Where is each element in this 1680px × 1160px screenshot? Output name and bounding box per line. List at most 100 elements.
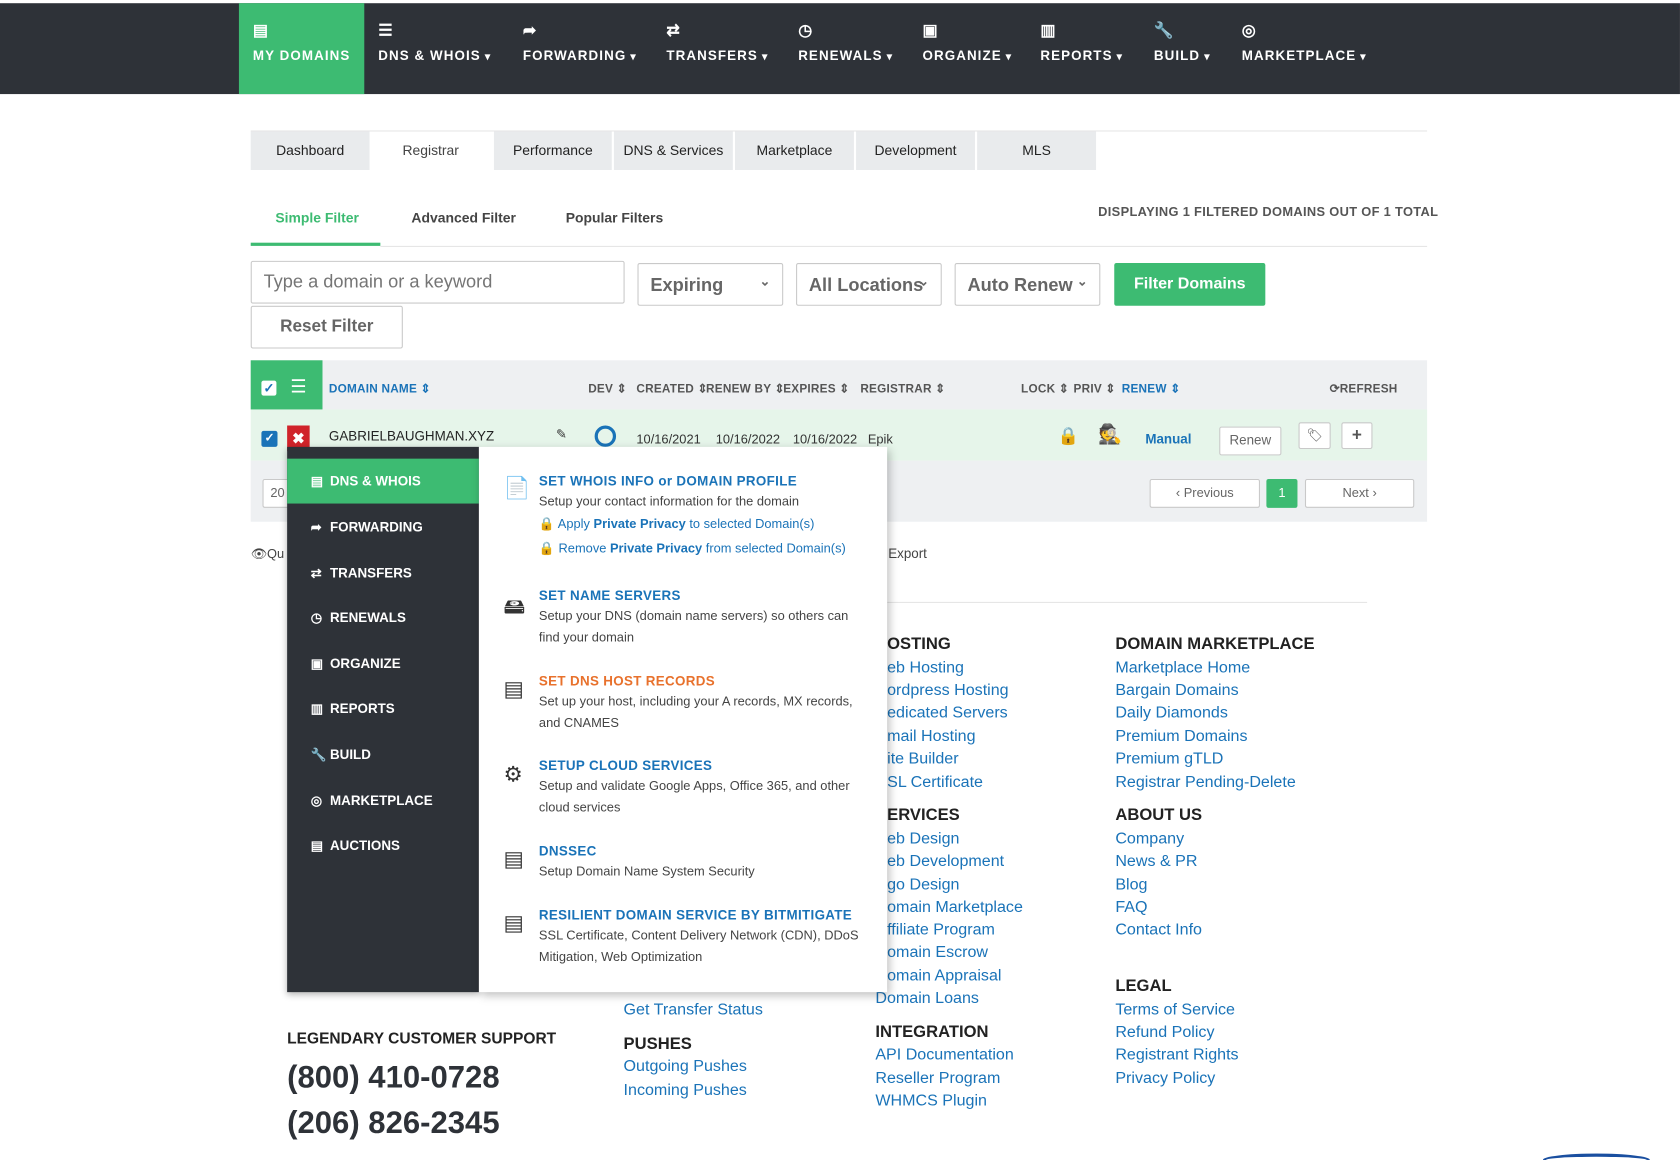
phone-number[interactable]: (800) 410-0728 (287, 1061, 499, 1096)
footer-link[interactable]: Daily Diamonds (1115, 703, 1228, 721)
footer-link[interactable]: eb Development (887, 852, 1004, 870)
quick-view-link[interactable]: 👁Qu (251, 546, 284, 561)
footer-link[interactable]: Refund Policy (1115, 1023, 1214, 1041)
footer-link[interactable]: Registrar Pending-Delete (1115, 773, 1295, 791)
next-button[interactable]: Next › (1304, 478, 1415, 508)
footer-link[interactable]: Premium Domains (1115, 727, 1247, 745)
footer-link[interactable]: Terms of Service (1115, 1001, 1235, 1019)
reset-filter-button[interactable]: Reset Filter (250, 305, 403, 349)
export-link[interactable]: Export (888, 546, 927, 561)
th-priv[interactable]: PRIV ⇕ (1074, 382, 1116, 396)
filter-tab-advanced[interactable]: Advanced Filter (411, 210, 515, 226)
chat-widget[interactable] (1542, 1153, 1650, 1160)
footer-link[interactable]: API Documentation (875, 1046, 1013, 1064)
row-checkbox[interactable]: ✓ (261, 430, 278, 447)
edit-icon[interactable]: ✎ (556, 427, 567, 442)
nav-renewals[interactable]: ◷ RENEWALS (798, 3, 893, 94)
menu-dnssec[interactable]: DNSSEC (539, 844, 597, 859)
tab-dns-services[interactable]: DNS & Services (613, 131, 733, 170)
tab-registrar[interactable]: Registrar (369, 131, 492, 170)
dropdown-item-transfers[interactable]: ⇄ TRANSFERS (287, 551, 479, 596)
th-lock[interactable]: LOCK ⇕ (1021, 382, 1069, 396)
locations-select[interactable]: All Locations ⌄ (796, 262, 942, 306)
tab-performance[interactable]: Performance (493, 131, 612, 170)
search-input[interactable] (250, 260, 625, 304)
dropdown-item-build[interactable]: 🔧 BUILD (287, 732, 479, 777)
renew-mode[interactable]: Manual (1145, 432, 1191, 447)
footer-link[interactable]: Company (1115, 830, 1184, 848)
menu-set-whois[interactable]: SET WHOIS INFO or DOMAIN PROFILE (539, 474, 797, 489)
footer-link[interactable]: FAQ (1115, 898, 1147, 916)
add-button[interactable]: + (1341, 422, 1373, 450)
domain-name[interactable]: GABRIELBAUGHMAN.XYZ (329, 429, 494, 444)
dropdown-item-marketplace[interactable]: ◎ MARKETPLACE (287, 778, 479, 823)
footer-link[interactable]: Incoming Pushes (624, 1081, 747, 1099)
nav-transfers[interactable]: ⇄ TRANSFERS (666, 3, 768, 94)
footer-link[interactable]: Blog (1115, 876, 1147, 894)
footer-link[interactable]: News & PR (1115, 852, 1197, 870)
footer-link[interactable]: edicated Servers (887, 703, 1008, 721)
dropdown-item-dns-whois[interactable]: ▤ DNS & WHOIS (287, 458, 479, 504)
tag-icon[interactable]: 🏷 (1298, 422, 1331, 450)
footer-link[interactable]: eb Hosting (887, 659, 964, 677)
footer-link[interactable]: eb Design (887, 830, 959, 848)
footer-link[interactable]: ordpress Hosting (887, 681, 1008, 699)
footer-link[interactable]: Domain Loans (875, 989, 979, 1007)
tab-dashboard[interactable]: Dashboard (250, 131, 370, 170)
menu-resilient-domain-service[interactable]: RESILIENT DOMAIN SERVICE BY BITMITIGATE (539, 908, 852, 923)
nav-build[interactable]: 🔧 BUILD (1154, 3, 1211, 94)
expiring-select[interactable]: Expiring ⌄ (637, 262, 784, 306)
tab-mls[interactable]: MLS (977, 131, 1097, 170)
dropdown-item-renewals[interactable]: ◷ RENEWALS (287, 595, 479, 640)
footer-link[interactable]: Contact Info (1115, 920, 1202, 938)
tab-development[interactable]: Development (856, 131, 975, 170)
filter-domains-button[interactable]: Filter Domains (1114, 262, 1266, 306)
footer-link[interactable]: Bargain Domains (1115, 681, 1238, 699)
menu-set-dns-host-records[interactable]: SET DNS HOST RECORDS (539, 674, 715, 689)
page-1-button[interactable]: 1 (1266, 478, 1298, 508)
footer-link[interactable]: SL Certificate (887, 773, 983, 791)
th-renew[interactable]: RENEW ⇕ (1122, 382, 1181, 396)
tab-marketplace[interactable]: Marketplace (734, 131, 854, 170)
previous-button[interactable]: ‹ Previous (1149, 478, 1260, 508)
th-renew-by[interactable]: RENEW BY ⇕ (706, 382, 785, 396)
footer-link[interactable]: omain Appraisal (887, 966, 1001, 984)
refresh-button[interactable]: ⟳REFRESH (1330, 382, 1398, 396)
nav-forwarding[interactable]: ➦ FORWARDING (523, 3, 637, 94)
filter-tab-simple[interactable]: Simple Filter (275, 210, 359, 226)
nav-marketplace[interactable]: ◎ MARKETPLACE (1242, 3, 1367, 94)
th-expires[interactable]: EXPIRES ⇕ (783, 382, 849, 396)
lock-icon[interactable]: 🔒 (1057, 426, 1078, 447)
remove-privacy-link[interactable]: 🔒 Remove Private Privacy from selected D… (539, 541, 846, 556)
footer-link[interactable]: WHMCS Plugin (875, 1092, 987, 1110)
filter-tab-popular[interactable]: Popular Filters (566, 210, 664, 226)
auto-renew-select[interactable]: Auto Renew ⌄ (954, 262, 1101, 306)
dropdown-item-organize[interactable]: ▣ ORGANIZE (287, 641, 479, 686)
footer-link[interactable]: mail Hosting (887, 727, 975, 745)
footer-link[interactable]: Premium gTLD (1115, 749, 1223, 767)
footer-link[interactable]: omain Marketplace (887, 898, 1023, 916)
menu-icon[interactable]: ☰ (290, 376, 306, 397)
nav-organize[interactable]: ▣ ORGANIZE (922, 3, 1012, 94)
footer-link[interactable]: Registrant Rights (1115, 1046, 1238, 1064)
menu-setup-cloud-services[interactable]: SETUP CLOUD SERVICES (539, 758, 712, 773)
footer-link[interactable]: Privacy Policy (1115, 1069, 1215, 1087)
footer-link[interactable]: ite Builder (887, 749, 958, 767)
footer-link[interactable]: Reseller Program (875, 1069, 1000, 1087)
th-dev[interactable]: DEV ⇕ (588, 382, 626, 396)
dev-status-icon[interactable] (594, 425, 617, 447)
footer-link[interactable]: go Design (887, 876, 959, 894)
footer-link[interactable]: Outgoing Pushes (624, 1057, 747, 1075)
nav-my-domains[interactable]: ▤ MY DOMAINS (238, 3, 365, 95)
th-domain-name[interactable]: DOMAIN NAME ⇕ (329, 382, 431, 396)
footer-link[interactable]: Get Transfer Status (624, 1001, 763, 1019)
apply-privacy-link[interactable]: 🔒 Apply Private Privacy to selected Doma… (539, 516, 814, 531)
dropdown-item-auctions[interactable]: ▤ AUCTIONS (287, 823, 479, 868)
th-created[interactable]: CREATED ⇕ (636, 382, 707, 396)
footer-link[interactable]: Marketplace Home (1115, 659, 1250, 677)
renew-button[interactable]: Renew (1219, 426, 1282, 456)
privacy-spy-icon[interactable]: 🕵 (1098, 423, 1122, 445)
footer-link[interactable]: omain Escrow (887, 943, 988, 961)
nav-reports[interactable]: ▥ REPORTS (1040, 3, 1123, 94)
select-all-checkbox[interactable]: ✓ (261, 380, 277, 396)
